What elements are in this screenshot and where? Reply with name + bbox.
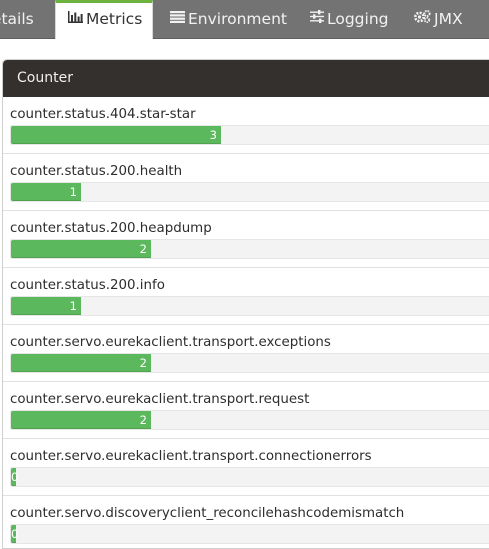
progress-track: 1: [10, 182, 489, 202]
progress-track: 2: [10, 353, 489, 373]
counter-name: counter.servo.eurekaclient.transport.exc…: [10, 335, 331, 350]
progress-bar: 2: [11, 411, 151, 429]
tab-logging-label: Logging: [327, 10, 389, 28]
counter-name: counter.servo.eurekaclient.transport.req…: [10, 392, 310, 407]
list-item: counter.servo.discoveryclient_reconcileh…: [3, 496, 489, 548]
tab-environment[interactable]: Environment: [170, 0, 287, 39]
progress-track: 0: [10, 467, 489, 487]
counter-panel: Counter counter.status.404.star-star 3 cou…: [2, 59, 489, 549]
progress-track: 3: [10, 125, 489, 145]
tab-details[interactable]: Details: [0, 0, 34, 39]
counter-name: counter.servo.eurekaclient.transport.con…: [10, 449, 372, 464]
list-icon: [170, 0, 185, 37]
tab-details-label: Details: [0, 10, 34, 28]
progress-bar: 3: [11, 126, 221, 144]
list-item: counter.status.200.heapdump 2: [3, 211, 489, 268]
progress-track: 2: [10, 239, 489, 259]
progress-track: 2: [10, 410, 489, 430]
tab-bar: Details Metrics Environment: [0, 0, 489, 39]
progress-track: 0: [10, 524, 489, 544]
progress-bar: 1: [11, 297, 81, 315]
list-item: counter.servo.eurekaclient.transport.exc…: [3, 325, 489, 382]
tab-metrics[interactable]: Metrics: [55, 0, 153, 39]
bar-chart-icon: [68, 2, 83, 35]
progress-bar: 1: [11, 183, 81, 201]
counter-name: counter.status.200.info: [10, 278, 165, 293]
progress-bar: 0: [11, 468, 19, 486]
counter-name: counter.status.404.star-star: [10, 107, 196, 122]
sliders-icon: [310, 0, 324, 37]
panel-title: Counter: [3, 60, 489, 97]
tab-jmx[interactable]: JMX: [414, 0, 463, 39]
tab-metrics-label: Metrics: [86, 10, 143, 28]
tab-logging[interactable]: Logging: [310, 0, 389, 39]
counter-list: counter.status.404.star-star 3 counter.sta…: [3, 97, 489, 548]
list-item: counter.servo.eurekaclient.transport.req…: [3, 382, 489, 439]
counter-name: counter.status.200.heapdump: [10, 221, 212, 236]
progress-bar: 2: [11, 354, 151, 372]
progress-bar: 2: [11, 240, 151, 258]
list-item: counter.status.404.star-star 3: [3, 97, 489, 154]
counter-name: counter.status.200.health: [10, 164, 183, 179]
gears-icon: [414, 0, 431, 37]
tab-environment-label: Environment: [188, 10, 287, 28]
list-item: counter.status.200.health 1: [3, 154, 489, 211]
tab-jmx-label: JMX: [434, 10, 463, 28]
list-item: counter.servo.eurekaclient.transport.con…: [3, 439, 489, 496]
progress-bar: 0: [11, 525, 19, 543]
counter-name: counter.servo.discoveryclient_reconcileh…: [10, 506, 405, 521]
progress-track: 1: [10, 296, 489, 316]
list-item: counter.status.200.info 1: [3, 268, 489, 325]
